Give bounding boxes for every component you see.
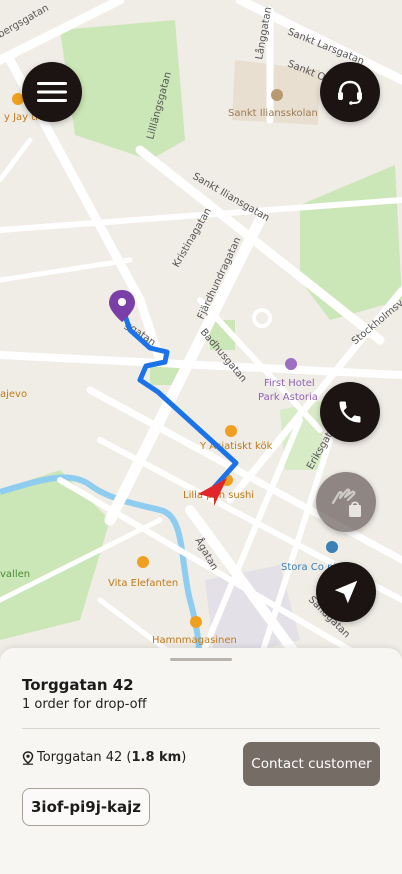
address-text: Torggatan 42 (37, 750, 123, 765)
headset-icon (338, 80, 362, 105)
destination-title: Torggatan 42 (22, 676, 134, 694)
hand-bag-icon (331, 488, 361, 517)
location-pin-icon (22, 750, 34, 765)
divider (22, 728, 380, 729)
order-count-text: 1 order for drop-off (22, 697, 147, 712)
support-button[interactable] (320, 62, 380, 122)
cafe-poi-icon (326, 541, 338, 553)
phone-icon (339, 401, 361, 423)
call-customer-button[interactable] (320, 382, 380, 442)
address-row: Torggatan 42 ( 1.8 km ) (22, 750, 186, 765)
poi-label[interactable]: ajevo (0, 389, 27, 400)
restaurant-poi-icon (225, 425, 237, 437)
area-label: vallen (0, 569, 30, 580)
poi-label[interactable]: Vita Elefanten (108, 578, 178, 589)
contact-customer-button[interactable]: Contact customer (243, 742, 380, 786)
restaurant-poi-icon (137, 556, 149, 568)
restaurant-poi-icon (190, 616, 202, 628)
sheet-drag-handle[interactable] (170, 658, 232, 661)
order-code-badge[interactable]: 3iof-pi9j-kajz (22, 788, 151, 826)
recenter-location-button[interactable] (316, 562, 376, 622)
poi-label[interactable]: First Hotel (264, 378, 315, 389)
poi-label[interactable]: Sankt Iliansskolan (228, 108, 318, 119)
paren-close: ) (181, 750, 187, 765)
handoff-button[interactable] (316, 472, 376, 532)
roundabout (252, 308, 272, 328)
navigation-arrow-icon (334, 580, 358, 604)
distance-text: 1.8 km (131, 750, 182, 765)
poi-label[interactable]: Hamnmagasinen (152, 635, 237, 646)
menu-button[interactable] (22, 62, 82, 122)
school-poi-icon (271, 89, 283, 101)
paren-open: ( (122, 750, 132, 765)
hamburger-menu-icon (37, 82, 67, 102)
hotel-poi-icon (285, 358, 297, 370)
poi-label[interactable]: Park Astoria (258, 392, 318, 403)
delivery-bottom-sheet[interactable]: Torggatan 42 1 order for drop-off Torgga… (0, 648, 402, 874)
